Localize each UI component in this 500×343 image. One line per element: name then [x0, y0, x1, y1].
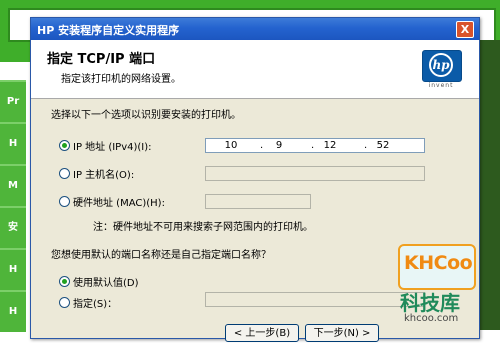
background-tab: M [0, 164, 26, 206]
mac-address-input[interactable] [205, 194, 311, 209]
title-bar[interactable]: HP 安装程序自定义实用程序 X [31, 18, 479, 40]
custom-port-input[interactable] [205, 292, 425, 307]
back-button[interactable]: < 上一步(B) [225, 324, 299, 342]
background-tab: 安 [0, 206, 26, 248]
page-subtitle: 指定该打印机的网络设置。 [61, 74, 181, 85]
background-tab: H [0, 248, 26, 290]
background-tab: H [0, 122, 26, 164]
background-tab: H [0, 290, 26, 332]
ip-octet-2: 9 [275, 140, 283, 151]
next-button[interactable]: 下一步(N) > [305, 324, 379, 342]
port-name-question: 您想使用默认的端口名称还是自己指定端口名称？ [51, 250, 271, 261]
ip-separator: . [364, 140, 368, 151]
ip-separator: . [260, 140, 264, 151]
ip-hostname-input[interactable] [205, 166, 425, 181]
ip-octet-4: 52 [376, 140, 390, 151]
window-title: HP 安装程序自定义实用程序 [37, 24, 180, 37]
default-port-label: 使用默认值(D) [73, 278, 139, 289]
ip-address-label: IP 地址 (IPv4)(I): [73, 142, 152, 153]
mac-address-radio[interactable] [59, 196, 70, 207]
mac-note: 注：硬件地址不可用来搜索子网范围内的打印机。 [93, 222, 313, 233]
page-title: 指定 TCP/IP 端口 [47, 52, 156, 67]
ip-separator: . [311, 140, 315, 151]
ip-address-radio[interactable] [59, 140, 70, 151]
custom-port-radio[interactable] [59, 297, 70, 308]
identify-printer-label: 选择以下一个选项以识别要安装的打印机。 [51, 110, 241, 121]
watermark-logo-box: KHCoo [398, 244, 476, 290]
ip-octet-1: 10 [224, 140, 238, 151]
hp-logo-text: hp [429, 53, 453, 77]
custom-port-label: 指定(S)： [73, 299, 118, 310]
ip-hostname-label: IP 主机名(O): [73, 170, 135, 181]
ip-hostname-radio[interactable] [59, 168, 70, 179]
background-right-panel [478, 40, 500, 330]
wizard-header: 指定 TCP/IP 端口 指定该打印机的网络设置。 hp invent [31, 40, 479, 99]
close-button[interactable]: X [456, 21, 474, 38]
watermark-logo: KHCoo [404, 252, 473, 274]
hp-logo-icon: hp [422, 50, 462, 82]
background-tab: Pr [0, 80, 26, 122]
watermark-name: 科技库 [400, 291, 460, 315]
ip-address-input[interactable]: 10 . 9 . 12 . 52 [205, 138, 425, 153]
watermark-url: khcoo.com [404, 313, 459, 324]
default-port-radio[interactable] [59, 276, 70, 287]
ip-octet-3: 12 [323, 140, 337, 151]
mac-address-label: 硬件地址 (MAC)(H): [73, 198, 165, 209]
hp-tagline: invent [428, 82, 454, 89]
